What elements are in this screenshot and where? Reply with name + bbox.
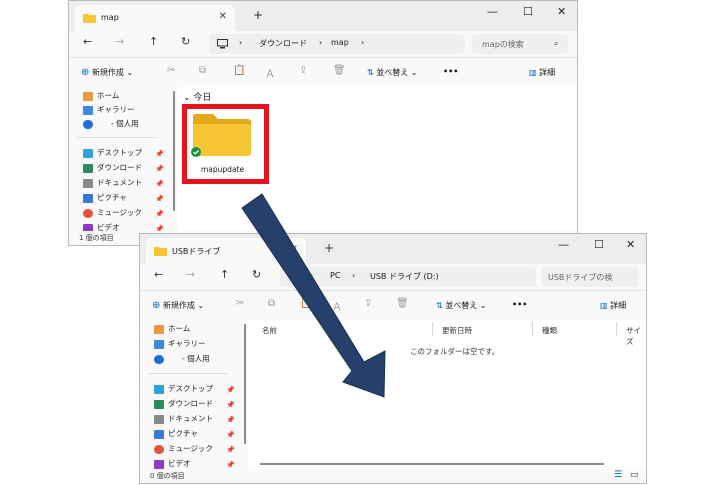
- move-arrow: [241, 193, 386, 398]
- arrow-shape: [241, 193, 386, 398]
